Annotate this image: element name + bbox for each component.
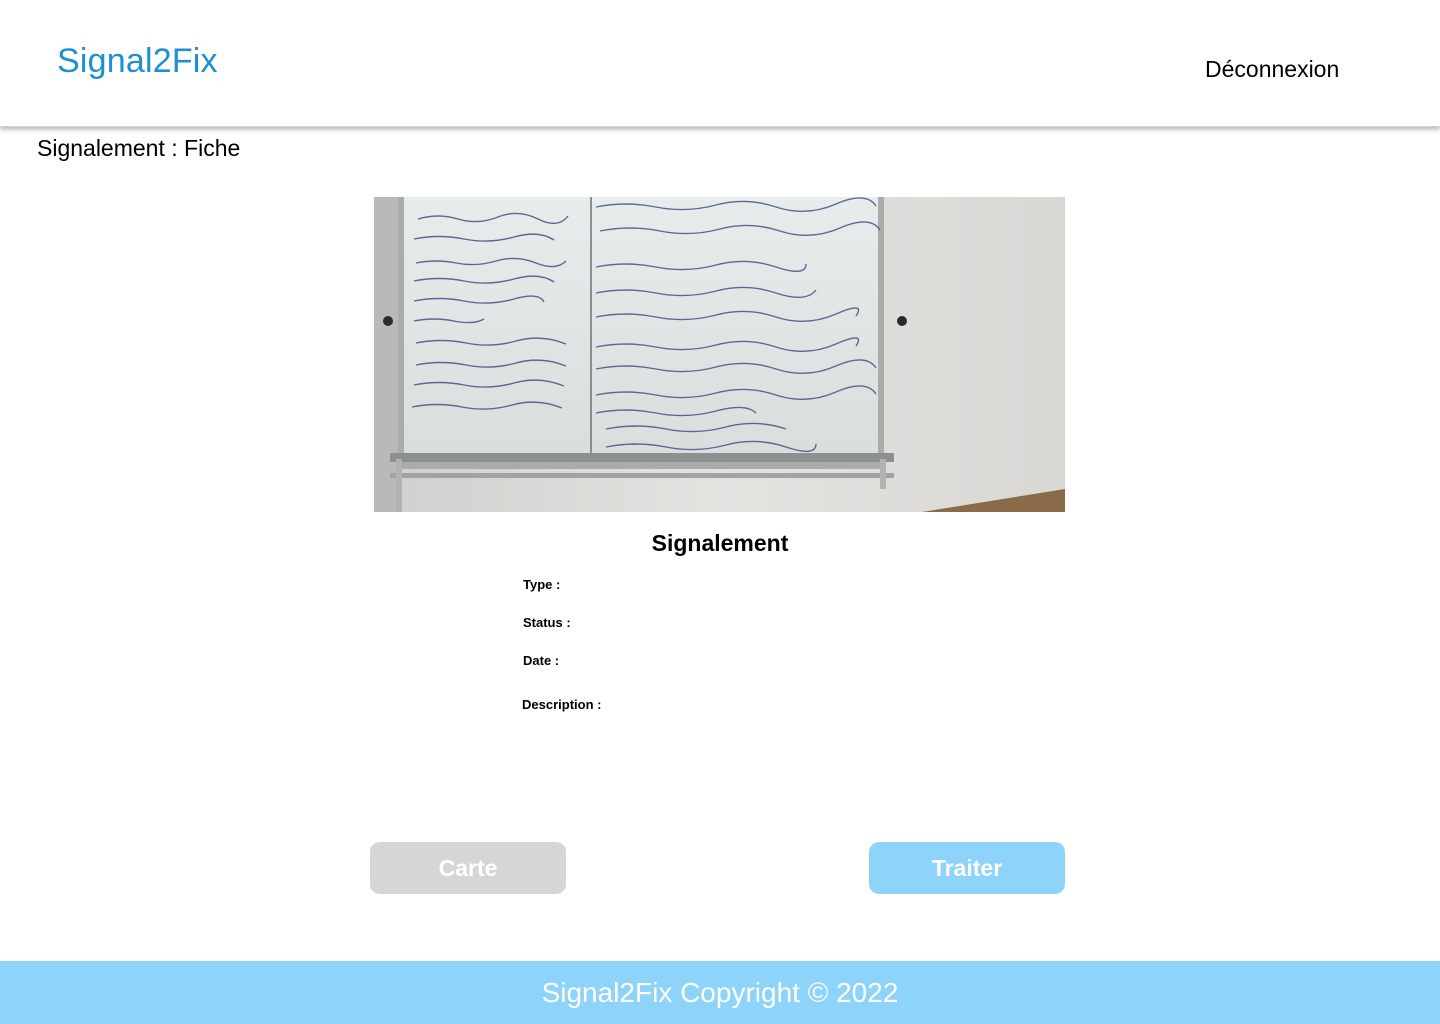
status-label: Status : (523, 615, 571, 630)
page-title: Signalement : Fiche (37, 135, 241, 161)
footer-copyright: Signal2Fix Copyright © 2022 (541, 976, 899, 1008)
date-label: Date : (523, 653, 560, 668)
description-label: Description : (522, 697, 602, 712)
report-heading: Signalement (651, 530, 789, 556)
whiteboard-photo (374, 197, 1065, 512)
map-button[interactable]: Carte (370, 842, 566, 894)
treat-button[interactable]: Traiter (869, 842, 1065, 894)
footer: Signal2Fix Copyright © 2022 (0, 961, 1440, 1024)
brand-logo[interactable]: Signal2Fix (57, 42, 218, 81)
type-label: Type : (523, 577, 561, 592)
top-header: Signal2Fix Déconnexion (0, 0, 1440, 127)
report-photo (374, 197, 1065, 512)
logout-link[interactable]: Déconnexion (1205, 56, 1339, 83)
